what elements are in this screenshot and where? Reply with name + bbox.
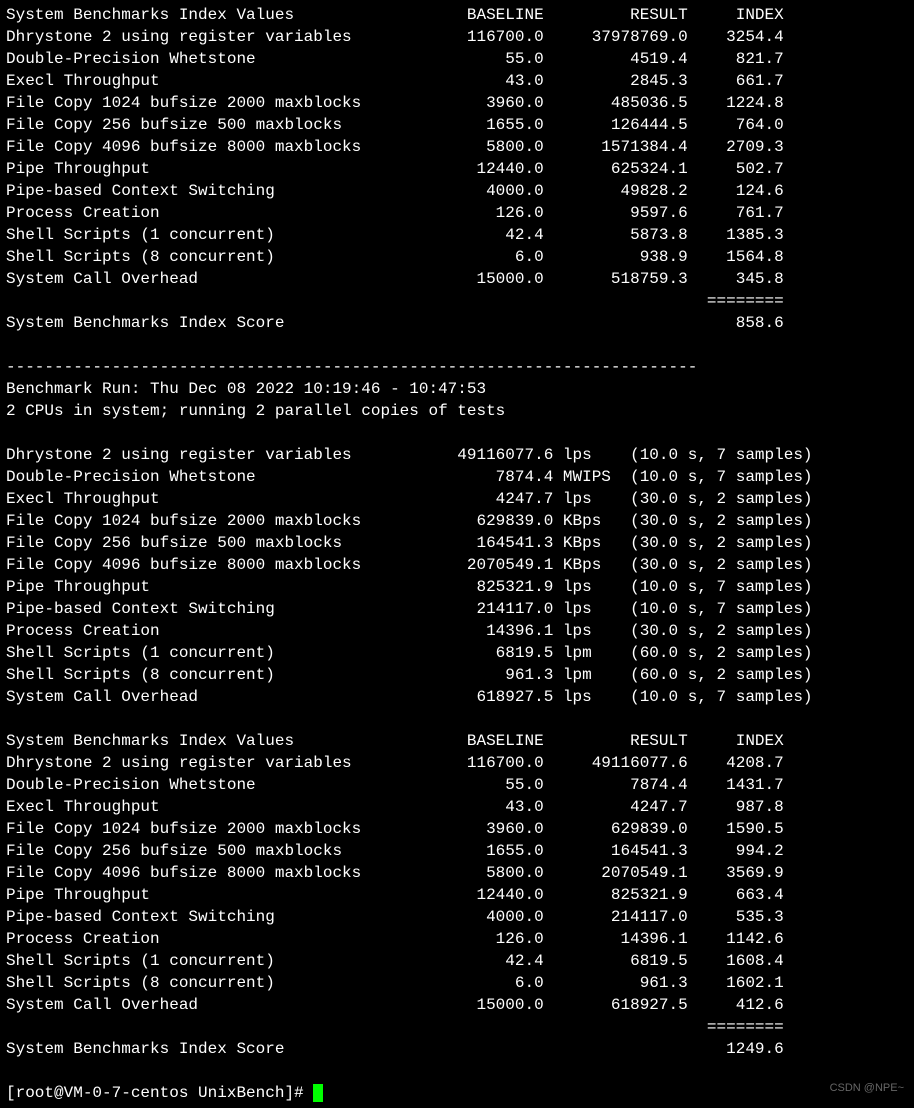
- terminal-output[interactable]: System Benchmarks Index Values BASELINE …: [0, 0, 914, 1108]
- watermark: CSDN @NPE~: [830, 1077, 904, 1099]
- shell-prompt[interactable]: [root@VM-0-7-centos UnixBench]#: [6, 1084, 313, 1102]
- cursor-icon: [313, 1084, 323, 1102]
